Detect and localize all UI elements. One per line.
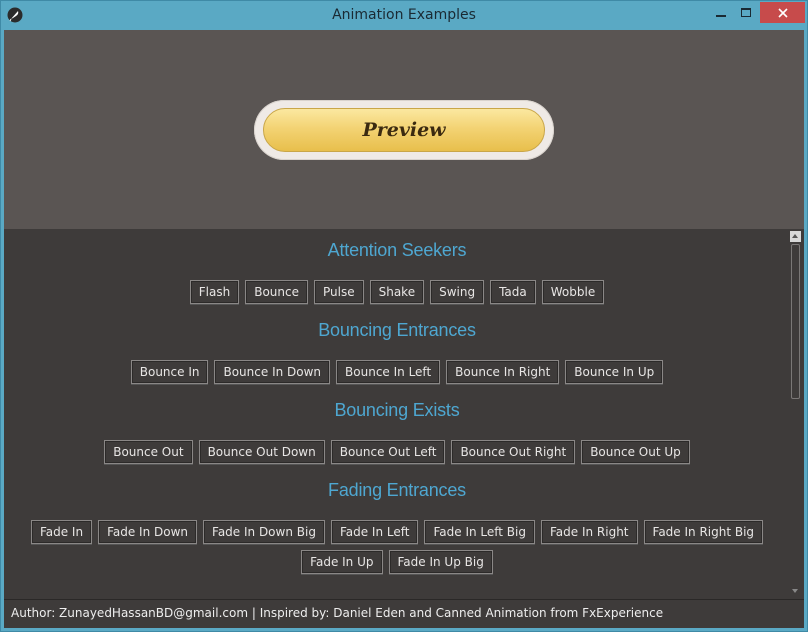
bounce-in-right-button[interactable]: Bounce In Right: [446, 360, 560, 384]
section-title-attention-seekers: Attention Seekers: [327, 240, 467, 260]
status-footer: Author: ZunayedHassanBD@gmail.com | Insp…: [4, 599, 804, 628]
preview-button-frame: Preview: [254, 100, 554, 160]
app-window: Animation Examples Preview Attention See…: [0, 0, 808, 632]
footer-credits: Author: ZunayedHassanBD@gmail.com | Insp…: [11, 606, 664, 620]
bounce-out-right-button[interactable]: Bounce Out Right: [451, 440, 576, 464]
bounce-in-left-button[interactable]: Bounce In Left: [336, 360, 441, 384]
button-row-fading-entrances-2: Fade In Up Fade In Up Big: [4, 550, 790, 574]
content-area: Preview Attention Seekers Flash Bounce P…: [4, 30, 804, 628]
close-button[interactable]: [760, 2, 805, 23]
window-title: Animation Examples: [332, 7, 476, 23]
wobble-button[interactable]: Wobble: [541, 280, 605, 304]
minimize-icon: [716, 14, 726, 17]
close-icon: [777, 7, 788, 18]
bounce-in-down-button[interactable]: Bounce In Down: [214, 360, 331, 384]
fade-in-right-button[interactable]: Fade In Right: [540, 520, 638, 544]
pulse-button[interactable]: Pulse: [313, 280, 364, 304]
section-title-fading-entrances: Fading Entrances: [328, 480, 466, 500]
fade-in-left-button[interactable]: Fade In Left: [330, 520, 419, 544]
button-row-bouncing-entrances: Bounce In Bounce In Down Bounce In Left …: [4, 360, 790, 384]
button-row-attention-seekers: Flash Bounce Pulse Shake Swing Tada Wobb…: [4, 280, 790, 304]
fade-in-left-big-button[interactable]: Fade In Left Big: [424, 520, 535, 544]
maximize-icon: [741, 8, 751, 17]
tada-button[interactable]: Tada: [490, 280, 536, 304]
preview-button[interactable]: Preview: [263, 108, 545, 152]
bounce-in-up-button[interactable]: Bounce In Up: [565, 360, 664, 384]
bounce-out-down-button[interactable]: Bounce Out Down: [198, 440, 325, 464]
fade-in-down-button[interactable]: Fade In Down: [98, 520, 198, 544]
section-title-bouncing-entrances: Bouncing Entrances: [318, 320, 476, 340]
button-row-fading-entrances: Fade In Fade In Down Fade In Down Big Fa…: [4, 520, 790, 544]
fade-in-right-big-button[interactable]: Fade In Right Big: [643, 520, 764, 544]
bounce-out-left-button[interactable]: Bounce Out Left: [330, 440, 446, 464]
bounce-button[interactable]: Bounce: [245, 280, 308, 304]
bounce-out-up-button[interactable]: Bounce Out Up: [581, 440, 690, 464]
flash-button[interactable]: Flash: [189, 280, 240, 304]
fade-in-down-big-button[interactable]: Fade In Down Big: [203, 520, 325, 544]
bounce-out-button[interactable]: Bounce Out: [104, 440, 193, 464]
fade-in-up-big-button[interactable]: Fade In Up Big: [388, 550, 493, 574]
title-bar[interactable]: Animation Examples: [1, 1, 807, 30]
scroll-up-arrow-icon[interactable]: [790, 231, 801, 242]
animation-list: Attention Seekers Flash Bounce Pulse Sha…: [4, 229, 804, 599]
scrollbar-thumb[interactable]: [791, 244, 800, 399]
swing-button[interactable]: Swing: [430, 280, 485, 304]
preview-area: Preview: [4, 30, 804, 229]
vertical-scrollbar[interactable]: [790, 231, 801, 597]
scroll-down-arrow-icon[interactable]: [790, 586, 801, 597]
maximize-button[interactable]: [731, 2, 761, 23]
fade-in-button[interactable]: Fade In: [30, 520, 93, 544]
section-title-bouncing-exists: Bouncing Exists: [334, 400, 460, 420]
fade-in-up-button[interactable]: Fade In Up: [301, 550, 383, 574]
button-row-bouncing-exists: Bounce Out Bounce Out Down Bounce Out Le…: [4, 440, 790, 464]
shake-button[interactable]: Shake: [369, 280, 425, 304]
bounce-in-button[interactable]: Bounce In: [130, 360, 209, 384]
